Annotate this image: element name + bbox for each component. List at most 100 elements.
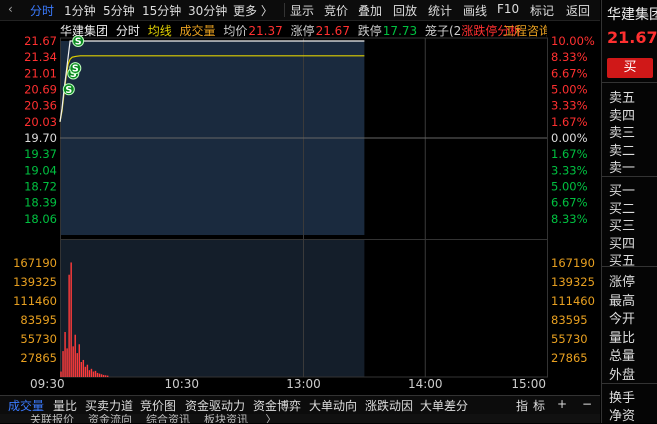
divider [602, 383, 657, 384]
volume-bar [104, 375, 107, 377]
price-tick-label: 20.36 [24, 99, 57, 113]
indicator-tab[interactable]: 买卖力道 [85, 397, 133, 414]
volume-bar [66, 348, 68, 377]
industry-overlay-tag: 工程咨询 [503, 24, 547, 38]
buy-level-label[interactable]: 买一 [609, 180, 635, 199]
volume-bar [72, 346, 74, 377]
volume-session-shade [60, 240, 365, 377]
volume-bar [68, 274, 70, 377]
indicator-tool-button[interactable]: 指 [516, 397, 528, 414]
buy-level-label[interactable]: 买二 [609, 198, 635, 217]
limit-down-value: 17.73 [382, 24, 418, 38]
volume-bar [84, 366, 87, 377]
indicator-tab[interactable]: 竞价图 [140, 397, 176, 414]
period-tab[interactable]: 1分钟 [64, 2, 96, 19]
price-tick-label: 21.34 [24, 50, 57, 64]
period-tab[interactable]: 30分钟 [188, 2, 227, 19]
pct-tick-label: 0.00% [551, 131, 588, 145]
volume-bar [60, 371, 62, 377]
divider [602, 176, 657, 177]
volume-bar [98, 373, 101, 377]
quote-stat-label: 总量 [609, 349, 636, 364]
bottom-panel-text[interactable]: 关联报价 资金流向 综合资讯 板块资讯 〉 [30, 414, 276, 423]
volume-tick-label: 167190 [13, 256, 57, 270]
period-label: 分时 [115, 24, 140, 38]
toolbar-button[interactable]: 显示 [290, 2, 314, 19]
cage-label: 笼子(2 [424, 24, 462, 38]
pct-tick-label: 8.33% [551, 50, 588, 64]
pct-tick-label: 3.33% [551, 163, 588, 177]
period-tab[interactable]: 15分钟 [142, 2, 181, 19]
toolbar-button[interactable]: F10 [497, 2, 519, 16]
sell-level-label[interactable]: 卖三 [609, 122, 635, 141]
buy-level-label[interactable]: 买三 [609, 215, 635, 234]
divider [602, 266, 657, 267]
toolbar-button[interactable]: 统计 [428, 2, 452, 19]
toolbar-button[interactable]: 标记 [530, 2, 554, 19]
indicator-tab[interactable]: 资金驱动力 [185, 397, 245, 414]
pct-tick-label: 3.33% [551, 99, 588, 113]
indicator-tool-button[interactable]: 标 [533, 397, 545, 414]
toolbar-button[interactable]: 回放 [393, 2, 417, 19]
volume-bar [88, 370, 91, 377]
volume-bar [92, 371, 95, 377]
price-tick-label: 19.37 [24, 147, 57, 161]
chart-info-bar: 华建集团 分时 均线 成交量 均价21.37 涨停21.67 跌停17.73 笼… [60, 22, 547, 39]
period-tab[interactable]: 分时 [30, 2, 54, 19]
indicator-tab[interactable]: 大单差分 [420, 397, 468, 414]
period-tab[interactable]: 更多 〉 [233, 2, 273, 19]
signal-marker-label: S [72, 64, 79, 75]
indicator-tab[interactable]: 涨跌动因 [365, 397, 413, 414]
volume-label[interactable]: 成交量 [180, 24, 216, 38]
indicator-tool-button[interactable]: + [557, 397, 567, 411]
sell-level-label[interactable]: 卖四 [609, 105, 635, 124]
toolbar-button[interactable]: 画线 [463, 2, 487, 19]
buy-level-label[interactable]: 买四 [609, 233, 635, 252]
price-tick-label: 18.72 [24, 179, 57, 193]
volume-bar [94, 370, 97, 377]
limit-down-label: 跌停 [357, 24, 382, 38]
price-tick-label: 20.69 [24, 82, 57, 96]
price-tick-label: 19.70 [24, 131, 57, 145]
toolbar-button[interactable]: 返回 [566, 2, 590, 19]
quote-stat-label: 换手 [609, 391, 636, 406]
volume-bar [102, 374, 105, 377]
quote-stat-label: 量比 [609, 330, 636, 346]
quote-stat-label: 外盘 [609, 367, 636, 383]
indicator-tab[interactable]: 成交量 [8, 397, 44, 414]
volume-bar [62, 351, 64, 377]
indicator-tab[interactable]: 量比 [53, 397, 77, 414]
sell-level-label[interactable]: 卖二 [609, 140, 635, 159]
bottom-panel-tabs: 关联报价 资金流向 综合资讯 板块资讯 〉 [0, 414, 600, 423]
avg-price-label: 均价 [223, 24, 248, 38]
quote-price: 21.67 [607, 28, 657, 47]
volume-tick-label-right: 83595 [551, 313, 588, 327]
indicator-tab[interactable]: 大单动向 [309, 397, 357, 414]
volume-tick-label: 83595 [20, 313, 57, 327]
sell-level-label[interactable]: 卖一 [609, 157, 635, 176]
period-tab[interactable]: 5分钟 [103, 2, 135, 19]
sell-level-label[interactable]: 卖五 [609, 87, 635, 106]
volume-bar [86, 364, 89, 377]
avg-line-label[interactable]: 均线 [148, 24, 172, 38]
quote-stat-label: 今开 [609, 312, 636, 327]
buy-button[interactable]: 买 [607, 58, 653, 78]
intraday-chart[interactable]: 21.67 10.00% 21.34 8.33% 21.01 6.67% 20.69 5.00… [0, 20, 600, 395]
volume-bar [82, 359, 85, 377]
indicator-tab[interactable]: 资金博弈 [253, 397, 301, 414]
volume-bar [100, 374, 103, 377]
volume-bar [70, 262, 72, 377]
limit-up-label: 涨停 [290, 24, 315, 38]
pct-tick-label: 1.67% [551, 115, 588, 129]
indicator-tool-button[interactable]: − [582, 397, 592, 411]
stock-name: 华建集团 [60, 24, 109, 38]
avg-price-value: 21.37 [248, 24, 283, 38]
volume-bar [78, 344, 80, 377]
toolbar-button[interactable]: 叠加 [358, 2, 382, 19]
pct-tick-label: 5.00% [551, 179, 588, 193]
divider [602, 82, 657, 83]
time-tick-label: 13:00 [286, 377, 321, 391]
price-tick-label: 21.01 [24, 66, 57, 80]
toolbar-button[interactable]: 竞价 [324, 2, 348, 19]
chevron-left-icon[interactable]: ‹ [8, 2, 13, 16]
